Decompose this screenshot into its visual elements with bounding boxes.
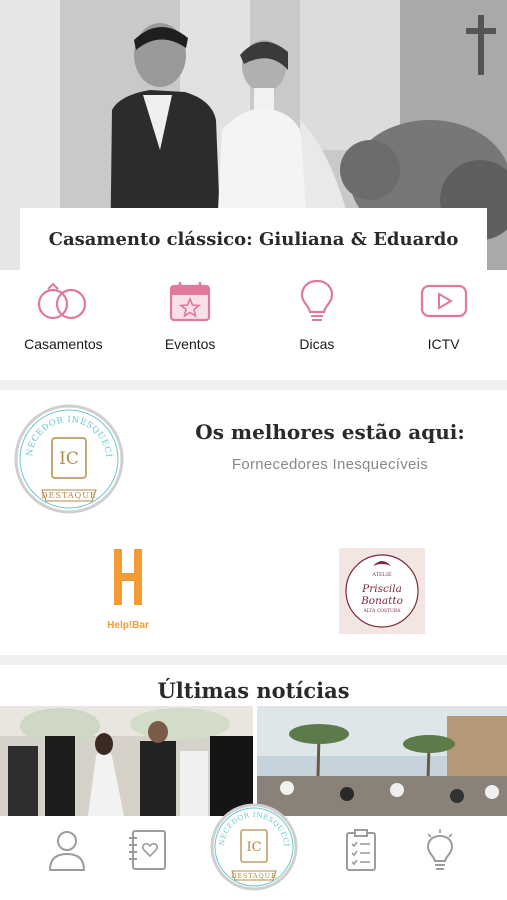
category-label: Casamentos: [24, 336, 103, 352]
play-video-icon: [420, 276, 468, 326]
destaque-seal-icon[interactable]: FORNECEDOR INESQUECÍVEL IC DESTAQUE: [206, 797, 298, 896]
category-casamentos[interactable]: Casamentos: [0, 270, 127, 380]
news-card-1[interactable]: [0, 706, 253, 816]
best-subtitle: Fornecedores Inesquecíveis: [231, 456, 429, 473]
checklist-icon[interactable]: [344, 828, 378, 877]
category-ictv[interactable]: ICTV: [380, 270, 507, 380]
svg-text:DESTAQUE: DESTAQUE: [231, 872, 276, 880]
svg-text:ATELIÊ: ATELIÊ: [371, 570, 392, 578]
news-title: Últimas notícias: [157, 678, 350, 703]
profile-icon[interactable]: [47, 828, 87, 877]
lightbulb-icon[interactable]: [424, 828, 456, 877]
section-divider: [0, 655, 507, 665]
category-label: Eventos: [164, 336, 216, 352]
best-title: Os melhores estão aqui:: [195, 420, 465, 444]
pb-line-1: Priscila: [361, 583, 402, 595]
calendar-star-icon: [168, 276, 212, 326]
news-card-2[interactable]: [257, 706, 507, 816]
hero-banner[interactable]: Casamento clássico: Giuliana & Eduardo: [0, 0, 507, 270]
category-eventos[interactable]: Eventos: [127, 270, 254, 380]
news-photo: [0, 706, 253, 816]
hero-caption[interactable]: Casamento clássico: Giuliana & Eduardo: [20, 208, 487, 270]
category-nav: Casamentos Eventos Dicas ICTV: [0, 270, 507, 380]
svg-text:ALTA COSTURA: ALTA COSTURA: [363, 608, 402, 614]
destaque-seal[interactable]: FORNECEDOR INESQUECÍVEL IC DESTAQUE: [10, 397, 124, 519]
pb-line-2: Bonatto: [360, 595, 403, 607]
svg-text:IC: IC: [59, 449, 79, 469]
category-label: Dicas: [299, 336, 335, 352]
section-divider: [0, 380, 507, 390]
helpbar-name: Help!Bar: [107, 620, 149, 631]
lightbulb-icon: [299, 276, 335, 326]
category-label: ICTV: [427, 336, 460, 352]
svg-text:IC: IC: [246, 840, 261, 855]
notebook-heart-icon[interactable]: [127, 828, 169, 877]
helpbar-logo[interactable]: Help!Bar: [98, 545, 158, 635]
best-suppliers-section: FORNECEDOR INESQUECÍVEL IC DESTAQUE Os m…: [0, 390, 507, 655]
category-dicas[interactable]: Dicas: [254, 270, 381, 380]
wedding-rings-icon: [33, 276, 93, 326]
news-photo: [257, 706, 507, 816]
svg-text:DESTAQUE: DESTAQUE: [41, 491, 97, 500]
hero-title: Casamento clássico: Giuliana & Eduardo: [48, 228, 459, 250]
priscila-bonatto-logo[interactable]: ATELIÊ Priscila Bonatto ALTA COSTURA: [339, 548, 425, 634]
